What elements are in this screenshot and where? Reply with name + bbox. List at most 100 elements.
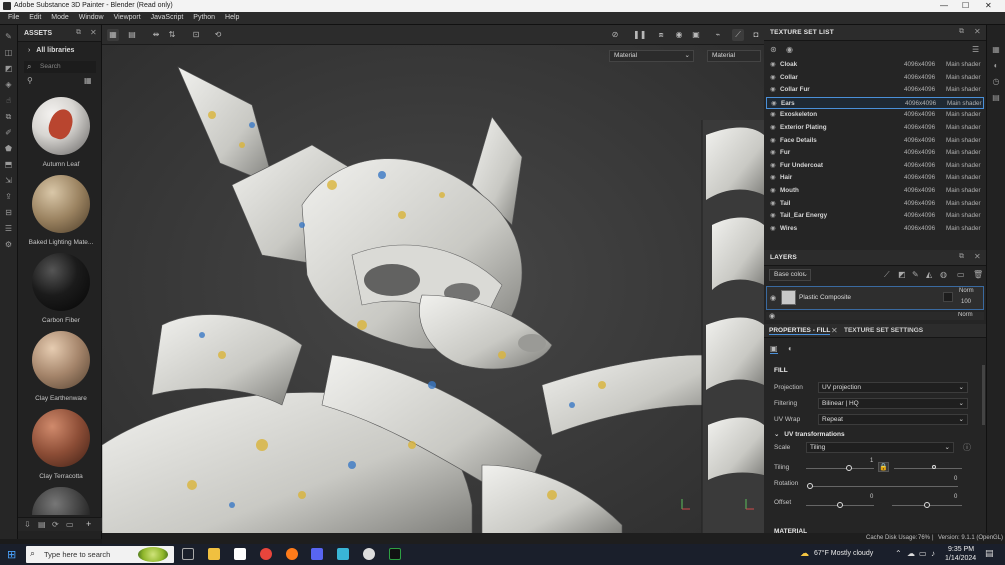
smudge-icon[interactable]: ☝ bbox=[4, 96, 14, 105]
texture-set-resolution[interactable]: 4096x4096 bbox=[904, 223, 935, 235]
minimize-button[interactable]: — bbox=[940, 1, 948, 10]
texture-set-shader[interactable]: Main shader bbox=[946, 172, 981, 184]
projection-dropdown[interactable]: UV projection ⌄ bbox=[818, 382, 968, 393]
layout-icon[interactable]: ▤ bbox=[126, 29, 138, 41]
texture-set-shader[interactable]: Main shader bbox=[946, 72, 981, 84]
layer-row[interactable]: ◉ Plastic Composite Norm 100 bbox=[766, 286, 984, 310]
texture-set-resolution[interactable]: 4096x4096 bbox=[904, 135, 935, 147]
network-icon[interactable]: ▭ bbox=[919, 549, 927, 558]
pause-icon[interactable]: ❚❚ bbox=[633, 29, 646, 41]
texture-set-shader[interactable]: Main shader bbox=[946, 109, 981, 121]
asset-item[interactable]: Clay Terracotta bbox=[26, 409, 96, 480]
texture-set-row[interactable]: ◉ Tail 4096x4096 Main shader bbox=[766, 198, 984, 210]
texture-set-row[interactable]: ◉ Wires 4096x4096 Main shader bbox=[766, 223, 984, 235]
texture-set-resolution[interactable]: 4096x4096 bbox=[905, 98, 936, 110]
tiling-slider-track-2[interactable] bbox=[894, 468, 962, 469]
blend-mode[interactable]: Norm bbox=[959, 288, 974, 294]
rotation-slider-track[interactable] bbox=[808, 486, 958, 487]
asset-item[interactable]: Baked Lighting Mate... bbox=[26, 175, 96, 246]
offset-x-value[interactable]: 0 bbox=[870, 494, 873, 500]
material-icon[interactable]: ◐ bbox=[788, 344, 793, 353]
offset-y-slider-knob[interactable] bbox=[924, 502, 930, 508]
close-tab-icon[interactable]: ✕ bbox=[831, 326, 838, 335]
file-explorer-icon[interactable] bbox=[208, 548, 220, 560]
eye-icon[interactable]: ◉ bbox=[786, 45, 793, 54]
texture-set-row[interactable]: ◉ Cloak 4096x4096 Main shader bbox=[766, 59, 984, 71]
texture-set-resolution[interactable]: 4096x4096 bbox=[904, 109, 935, 121]
history-icon[interactable]: ◷ bbox=[991, 77, 1001, 86]
properties-scrollbar[interactable] bbox=[982, 365, 985, 425]
projection-icon[interactable]: ◩ bbox=[4, 64, 14, 73]
asset-item[interactable]: Clay Earthenware bbox=[26, 331, 96, 402]
clock-time[interactable]: 9:35 PM bbox=[948, 546, 974, 553]
add-fill-layer-icon[interactable]: ◭ bbox=[926, 270, 932, 279]
texture-set-resolution[interactable]: 4096x4096 bbox=[904, 84, 935, 96]
list-menu-icon[interactable]: ☰ bbox=[972, 45, 979, 54]
filtering-dropdown[interactable]: Bilinear | HQ ⌄ bbox=[818, 398, 968, 409]
texture-set-row[interactable]: ◉ Exoskeleton 4096x4096 Main shader bbox=[766, 109, 984, 121]
tab-properties-fill[interactable]: PROPERTIES - FILL bbox=[769, 327, 831, 335]
asset-item[interactable] bbox=[26, 487, 96, 515]
eye-icon[interactable]: ◉ bbox=[770, 172, 776, 184]
layer-opacity[interactable]: 100 bbox=[961, 299, 971, 305]
grid-view-icon[interactable]: ▦ bbox=[84, 76, 92, 85]
rotation-value[interactable]: 0 bbox=[954, 476, 957, 482]
texture-set-row[interactable]: ◉ Collar 4096x4096 Main shader bbox=[766, 72, 984, 84]
library-breadcrumb[interactable]: › All libraries bbox=[28, 47, 74, 54]
firefox-icon[interactable] bbox=[286, 548, 298, 560]
texture-set-row[interactable]: ◉ Hair 4096x4096 Main shader bbox=[766, 172, 984, 184]
screenshot-icon[interactable]: ◘ bbox=[750, 29, 762, 41]
texture-set-shader[interactable]: Main shader bbox=[946, 160, 981, 172]
popout-icon[interactable]: ⧉ bbox=[76, 29, 81, 37]
eye-icon[interactable]: ◉ bbox=[770, 185, 776, 197]
store-icon[interactable] bbox=[234, 548, 246, 560]
substance-painter-icon[interactable] bbox=[389, 548, 401, 560]
folder-icon[interactable]: ▭ bbox=[66, 520, 74, 529]
asset-item[interactable]: Autumn Leaf bbox=[26, 97, 96, 168]
bake-icon[interactable]: ⬒ bbox=[4, 160, 14, 169]
texture-set-row[interactable]: ◉ Exterior Plating 4096x4096 Main shader bbox=[766, 122, 984, 134]
paint-brush-icon[interactable]: ✎ bbox=[4, 32, 14, 41]
add-icon[interactable]: + bbox=[86, 519, 91, 529]
eye-icon[interactable]: ◉ bbox=[770, 72, 776, 84]
viewport-mode-dropdown-2[interactable]: Material bbox=[707, 50, 761, 62]
layer-row[interactable]: ◉ Norm bbox=[766, 312, 984, 320]
texture-set-row[interactable]: ◉ Tail_Ear Energy 4096x4096 Main shader bbox=[766, 210, 984, 222]
cloud-icon[interactable]: ☁ bbox=[907, 549, 915, 558]
texture-set-row[interactable]: ◉ Face Details 4096x4096 Main shader bbox=[766, 135, 984, 147]
3d-viewport[interactable] bbox=[102, 25, 764, 539]
grid-icon[interactable]: ▦ bbox=[107, 29, 119, 41]
notification-icon[interactable]: ▤ bbox=[985, 548, 994, 559]
tiling-slider-track[interactable] bbox=[806, 468, 874, 469]
sphere-icon[interactable]: ◉ bbox=[673, 29, 685, 41]
polygon-fill-icon[interactable]: ⬟ bbox=[4, 144, 14, 153]
render-icon[interactable]: ⧈ bbox=[655, 29, 667, 41]
clock-date[interactable]: 1/14/2024 bbox=[945, 555, 976, 562]
eye-icon[interactable]: ◉ bbox=[770, 59, 776, 71]
close-panel-icon[interactable]: ✕ bbox=[90, 28, 97, 37]
eye-icon[interactable]: ◉ bbox=[770, 109, 776, 121]
display-settings-icon[interactable]: ◐ bbox=[991, 61, 1001, 70]
texture-set-shader[interactable]: Main shader bbox=[946, 210, 981, 222]
eye-icon[interactable]: ◉ bbox=[771, 98, 777, 110]
clone-icon[interactable]: ⧉ bbox=[4, 112, 14, 121]
texture-set-shader[interactable]: Main shader bbox=[947, 98, 982, 110]
add-effect-icon[interactable]: ⟋ bbox=[884, 270, 890, 280]
menu-window[interactable]: Window bbox=[79, 14, 104, 21]
offset-y-value[interactable]: 0 bbox=[954, 494, 957, 500]
chrome-icon[interactable] bbox=[260, 548, 272, 560]
layer-mask-slot[interactable] bbox=[943, 292, 953, 302]
texture-set-shader[interactable]: Main shader bbox=[946, 198, 981, 210]
eye-icon[interactable]: ◉ bbox=[770, 147, 776, 159]
align-icon[interactable]: ⇲ bbox=[4, 176, 14, 185]
texture-set-row[interactable]: ◉ Ears 4096x4096 Main shader bbox=[766, 96, 984, 110]
scale-dropdown[interactable]: Tiling ⌄ bbox=[806, 442, 954, 453]
app-icon-white[interactable] bbox=[363, 548, 375, 560]
texture-set-resolution[interactable]: 4096x4096 bbox=[904, 72, 935, 84]
asset-search-input[interactable]: ⌕ Search bbox=[24, 61, 96, 73]
popout-icon[interactable]: ⧉ bbox=[959, 28, 964, 36]
color-picker-icon[interactable]: ✐ bbox=[4, 128, 14, 137]
texture-set-resolution[interactable]: 4096x4096 bbox=[904, 172, 935, 184]
texture-set-resolution[interactable]: 4096x4096 bbox=[904, 160, 935, 172]
texture-set-shader[interactable]: Main shader bbox=[946, 223, 981, 235]
